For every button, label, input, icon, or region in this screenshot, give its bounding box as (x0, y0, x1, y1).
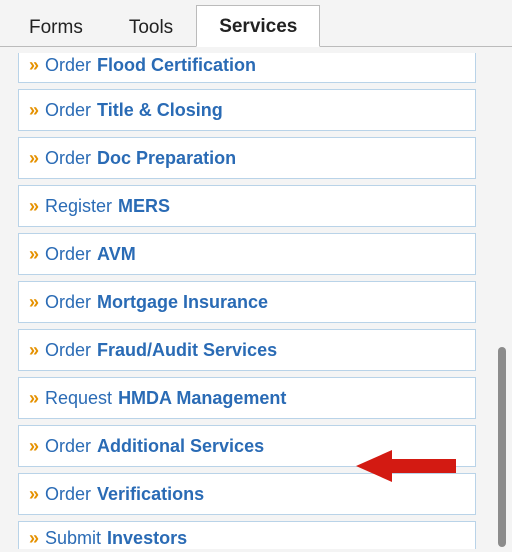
service-item-request-hmda-management[interactable]: » Request HMDA Management (18, 377, 476, 419)
chevron-right-icon: » (29, 484, 37, 505)
tab-label: Tools (129, 17, 173, 38)
service-item-prefix: Order (45, 55, 91, 76)
service-item-order-doc-preparation[interactable]: » Order Doc Preparation (18, 137, 476, 179)
tab-forms[interactable]: Forms (6, 6, 106, 47)
chevron-right-icon: » (29, 436, 37, 457)
service-item-order-title-closing[interactable]: » Order Title & Closing (18, 89, 476, 131)
service-item-prefix: Order (45, 100, 91, 121)
tab-label: Services (219, 16, 297, 37)
chevron-right-icon: » (29, 528, 37, 549)
service-item-prefix: Order (45, 148, 91, 169)
service-item-order-additional-services[interactable]: » Order Additional Services (18, 425, 476, 467)
chevron-right-icon: » (29, 148, 37, 169)
service-item-submit-investors[interactable]: » Submit Investors (18, 521, 476, 549)
chevron-right-icon: » (29, 292, 37, 313)
tab-tools[interactable]: Tools (106, 6, 196, 47)
service-item-name: Fraud/Audit Services (97, 340, 277, 361)
chevron-right-icon: » (29, 100, 37, 121)
chevron-right-icon: » (29, 196, 37, 217)
chevron-right-icon: » (29, 244, 37, 265)
service-item-order-avm[interactable]: » Order AVM (18, 233, 476, 275)
service-item-prefix: Order (45, 244, 91, 265)
tab-label: Forms (29, 17, 83, 38)
service-item-name: Doc Preparation (97, 148, 236, 169)
service-item-name: Mortgage Insurance (97, 292, 268, 313)
service-item-order-mortgage-insurance[interactable]: » Order Mortgage Insurance (18, 281, 476, 323)
tab-services[interactable]: Services (196, 5, 320, 47)
service-item-name: AVM (97, 244, 136, 265)
service-item-name: HMDA Management (118, 388, 286, 409)
service-item-prefix: Register (45, 196, 112, 217)
tab-strip: Forms Tools Services (0, 0, 512, 47)
service-item-name: Additional Services (97, 436, 264, 457)
service-item-register-mers[interactable]: » Register MERS (18, 185, 476, 227)
scrollbar-thumb[interactable] (498, 347, 506, 547)
service-item-name: Verifications (97, 484, 204, 505)
chevron-right-icon: » (29, 340, 37, 361)
service-item-name: Investors (107, 528, 187, 549)
service-item-order-verifications[interactable]: » Order Verifications (18, 473, 476, 515)
service-item-prefix: Order (45, 436, 91, 457)
service-item-name: MERS (118, 196, 170, 217)
service-item-name: Title & Closing (97, 100, 223, 121)
service-item-prefix: Order (45, 484, 91, 505)
services-list: » Order Flood Certification » Order Title & C… (18, 53, 476, 549)
service-item-name: Flood Certification (97, 55, 256, 76)
chevron-right-icon: » (29, 388, 37, 409)
service-item-prefix: Submit (45, 528, 101, 549)
chevron-right-icon: » (29, 55, 37, 76)
service-item-prefix: Order (45, 340, 91, 361)
service-item-prefix: Order (45, 292, 91, 313)
service-item-prefix: Request (45, 388, 112, 409)
service-item-order-fraud-audit-services[interactable]: » Order Fraud/Audit Services (18, 329, 476, 371)
service-item-order-flood-certification[interactable]: » Order Flood Certification (18, 53, 476, 83)
